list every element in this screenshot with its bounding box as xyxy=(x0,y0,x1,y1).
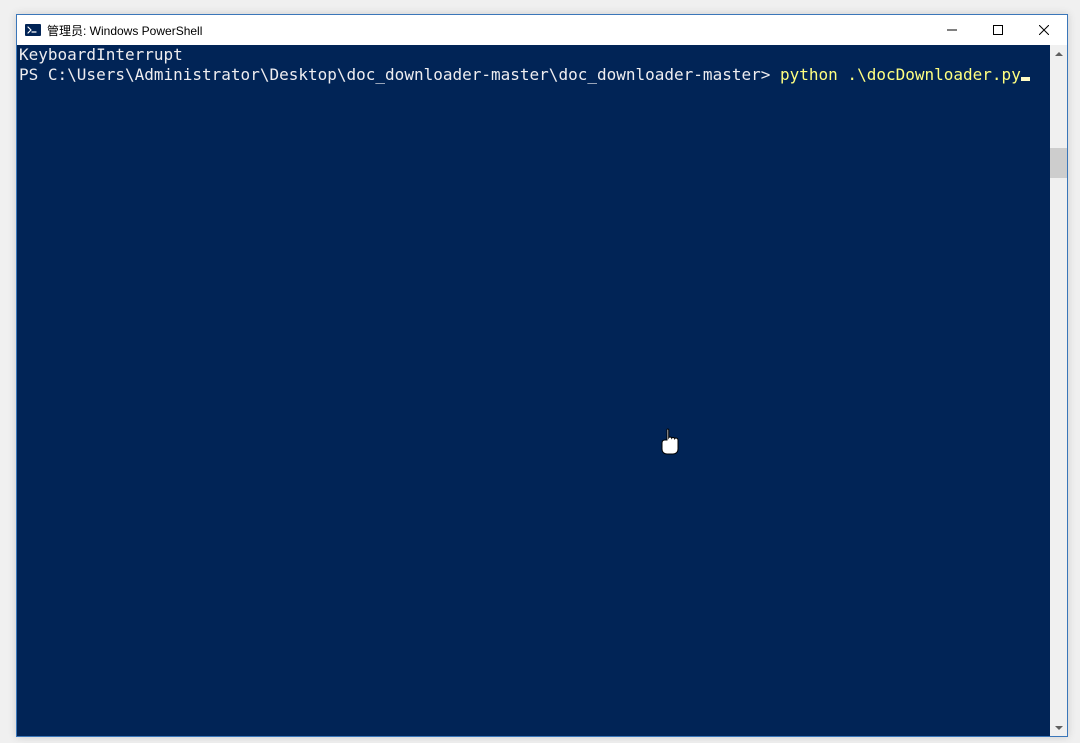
vertical-scrollbar[interactable] xyxy=(1050,45,1067,736)
console-wrapper: KeyboardInterrupt PS C:\Users\Administra… xyxy=(17,45,1067,736)
console-area[interactable]: KeyboardInterrupt PS C:\Users\Administra… xyxy=(17,45,1050,736)
scroll-down-arrow[interactable] xyxy=(1050,719,1067,736)
titlebar[interactable]: 管理员: Windows PowerShell xyxy=(17,15,1067,45)
powershell-window: 管理员: Windows PowerShell KeyboardInterrup… xyxy=(16,14,1068,737)
window-controls xyxy=(929,15,1067,45)
prompt-text: PS C:\Users\Administrator\Desktop\doc_do… xyxy=(19,65,780,84)
maximize-button[interactable] xyxy=(975,15,1021,45)
minimize-button[interactable] xyxy=(929,15,975,45)
scroll-track[interactable] xyxy=(1050,62,1067,719)
scroll-thumb[interactable] xyxy=(1050,148,1067,178)
close-button[interactable] xyxy=(1021,15,1067,45)
scroll-up-arrow[interactable] xyxy=(1050,45,1067,62)
window-title: 管理员: Windows PowerShell xyxy=(47,22,929,39)
text-cursor xyxy=(1021,77,1030,81)
powershell-icon xyxy=(25,22,41,38)
output-line: KeyboardInterrupt xyxy=(19,45,183,64)
command-text: python .\docDownloader.py xyxy=(780,65,1021,84)
